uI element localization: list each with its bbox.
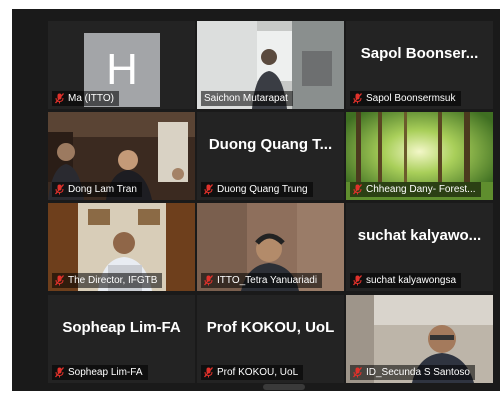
participant-name-text: suchat kalyawongsa	[366, 275, 457, 286]
meeting-gallery: H Ma (ITTO) Saichon Mutarapat Sapol Boon…	[12, 9, 500, 391]
microphone-muted-icon	[353, 367, 362, 378]
participant-tile[interactable]: ITTO_Tetra Yanuariadi	[197, 203, 344, 291]
participant-name-text: Sapol Boonsermsuk	[366, 93, 456, 104]
participant-name: Chheang Dany- Forest...	[350, 182, 481, 197]
participant-name: Dong Lam Tran	[52, 182, 142, 197]
participant-tile[interactable]: H Ma (ITTO)	[48, 21, 195, 109]
participant-name: ITTO_Tetra Yanuariadi	[201, 273, 323, 288]
microphone-muted-icon	[353, 93, 362, 104]
microphone-muted-icon	[55, 93, 64, 104]
participant-name: suchat kalyawongsa	[350, 273, 462, 288]
bottom-scroll-indicator[interactable]	[263, 384, 305, 390]
microphone-muted-icon	[204, 184, 213, 195]
participant-name-text: Prof KOKOU, UoL	[217, 367, 299, 378]
participant-display-name: Sapol Boonser...	[360, 45, 479, 62]
participant-name-text: Ma (ITTO)	[68, 93, 114, 104]
participant-display-name: suchat kalyawo...	[357, 227, 482, 244]
participant-name-text: ITTO_Tetra Yanuariadi	[217, 275, 318, 286]
participant-tile[interactable]: The Director, IFGTB	[48, 203, 195, 291]
participant-name: ID_Secunda S Santoso	[350, 365, 475, 380]
participant-name-text: Chheang Dany- Forest...	[366, 184, 476, 195]
participant-name-text: Sopheap Lim-FA	[68, 367, 143, 378]
microphone-muted-icon	[55, 367, 64, 378]
participant-name: Ma (ITTO)	[52, 91, 119, 106]
microphone-muted-icon	[55, 275, 64, 286]
participant-display-name: Duong Quang T...	[208, 136, 333, 153]
microphone-muted-icon	[204, 275, 213, 286]
participant-name-text: Dong Lam Tran	[68, 184, 137, 195]
participant-name-text: The Director, IFGTB	[68, 275, 158, 286]
participant-tile[interactable]: ID_Secunda S Santoso	[346, 295, 493, 383]
participant-name: Saichon Mutarapat	[201, 91, 293, 106]
microphone-muted-icon	[55, 184, 64, 195]
participant-tile[interactable]: suchat kalyawo... suchat kalyawongsa	[346, 203, 493, 291]
participant-name: Prof KOKOU, UoL	[201, 365, 304, 380]
participant-tile[interactable]: Prof KOKOU, UoL Prof KOKOU, UoL	[197, 295, 344, 383]
participant-tile[interactable]: Sapol Boonser... Sapol Boonsermsuk	[346, 21, 493, 109]
microphone-muted-icon	[204, 367, 213, 378]
participant-name-text: Saichon Mutarapat	[204, 93, 288, 104]
screen: H Ma (ITTO) Saichon Mutarapat Sapol Boon…	[0, 0, 502, 394]
participant-display-name: Prof KOKOU, UoL	[206, 319, 335, 336]
participant-tile-active-speaker[interactable]: Saichon Mutarapat	[197, 21, 344, 109]
participant-name: The Director, IFGTB	[52, 273, 163, 288]
participant-name: Sapol Boonsermsuk	[350, 91, 461, 106]
participant-name: Duong Quang Trung	[201, 182, 313, 197]
participant-name: Sopheap Lim-FA	[52, 365, 148, 380]
microphone-muted-icon	[353, 275, 362, 286]
participant-name-text: Duong Quang Trung	[217, 184, 308, 195]
microphone-muted-icon	[353, 184, 362, 195]
participant-tile[interactable]: Chheang Dany- Forest...	[346, 112, 493, 200]
participant-name-text: ID_Secunda S Santoso	[366, 367, 470, 378]
participant-display-name: Sopheap Lim-FA	[62, 319, 181, 336]
participant-tile[interactable]: Dong Lam Tran	[48, 112, 195, 200]
participant-tile[interactable]: Duong Quang T... Duong Quang Trung	[197, 112, 344, 200]
participant-tile[interactable]: Sopheap Lim-FA Sopheap Lim-FA	[48, 295, 195, 383]
